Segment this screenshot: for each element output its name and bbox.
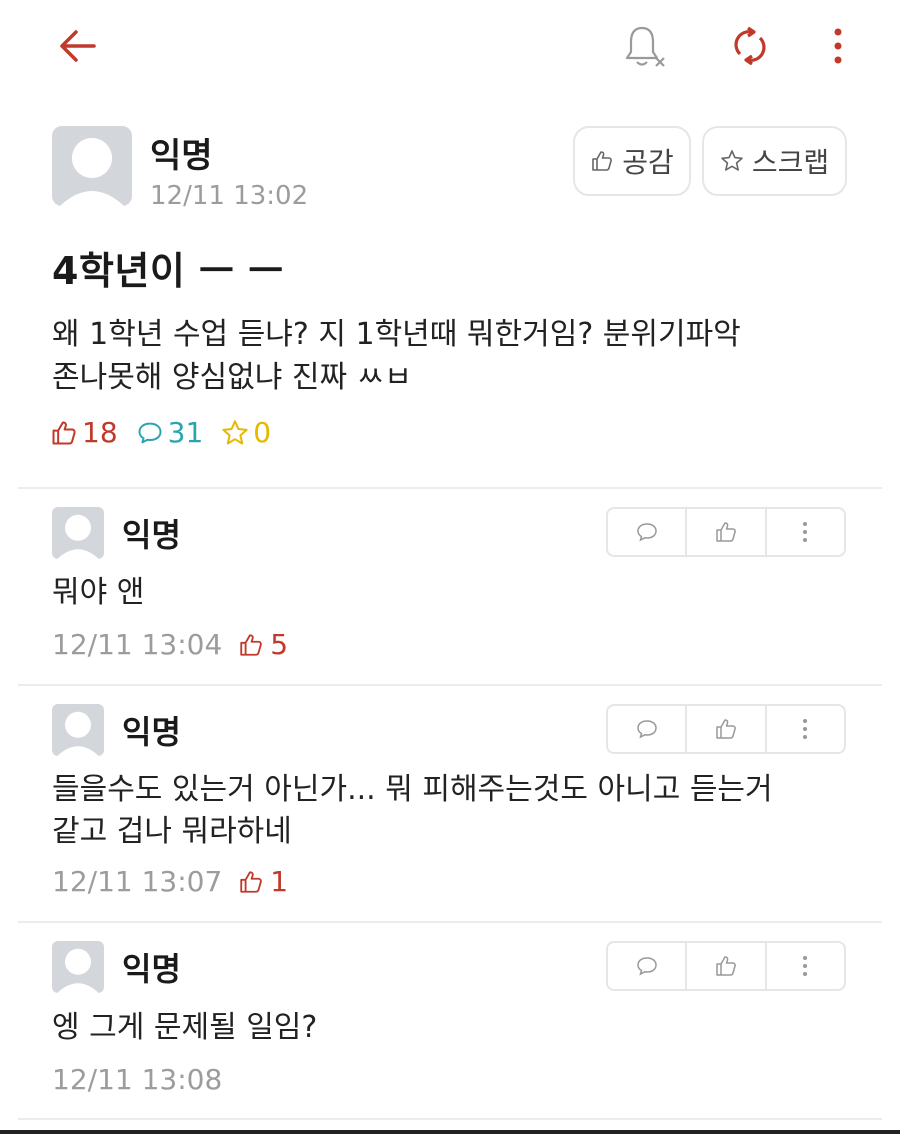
- scrap-button-label: 스크랩: [751, 146, 830, 179]
- comment-text: 뭐야 앤: [52, 575, 145, 610]
- comment-like-button[interactable]: [685, 509, 764, 555]
- reply-button[interactable]: [608, 509, 685, 555]
- comment-more-button[interactable]: [764, 706, 844, 752]
- more-vertical-icon: [803, 522, 808, 542]
- post-body-line-2: 존나못해 양심없냐 진짜 ㅆㅂ: [52, 360, 412, 395]
- thumbs-up-icon: [240, 633, 263, 656]
- bell-off-icon[interactable]: [622, 22, 668, 70]
- comment-actions: [606, 507, 846, 557]
- comment-bubble-icon: [636, 720, 657, 739]
- comment-like-count: 5: [238, 628, 288, 661]
- more-vertical-icon: [803, 956, 808, 976]
- comment-count: 31: [136, 416, 204, 449]
- more-vertical-icon[interactable]: [826, 24, 850, 68]
- comment-actions: [606, 941, 846, 991]
- comment-author: 익명: [122, 516, 181, 554]
- thumbs-up-icon: [716, 956, 736, 976]
- avatar: [52, 704, 104, 756]
- comment-bubble-icon: [636, 957, 657, 976]
- scrap-count-value: 0: [253, 416, 272, 449]
- comment-text-line-2: 같고 겁나 뭐라하네: [52, 814, 292, 849]
- top-bar: [0, 0, 900, 92]
- thumbs-up-icon: [716, 719, 736, 739]
- comment-text: 엥 그게 문제될 일임?: [52, 1010, 318, 1045]
- like-count-value: 18: [82, 416, 118, 449]
- scrap-count: 0: [221, 416, 271, 449]
- comment-more-button[interactable]: [764, 509, 844, 555]
- post-author: 익명: [150, 136, 213, 176]
- back-arrow-icon[interactable]: [58, 28, 98, 64]
- avatar: [52, 507, 104, 559]
- post-stats: 18 31 0: [50, 416, 271, 449]
- divider: [18, 684, 882, 686]
- post-body-line-1: 왜 1학년 수업 듣냐? 지 1학년때 뭐한거임? 분위기파악: [52, 317, 741, 352]
- comment-actions: [606, 704, 846, 754]
- comment-like-button[interactable]: [685, 943, 764, 989]
- like-count: 18: [50, 416, 118, 449]
- avatar: [52, 941, 104, 993]
- comment-more-button[interactable]: [764, 943, 844, 989]
- comment-like-value: 5: [270, 628, 289, 661]
- divider: [18, 1118, 882, 1120]
- comment-bubble-icon: [636, 523, 657, 542]
- avatar: [52, 126, 132, 206]
- more-vertical-icon: [803, 719, 808, 739]
- comment-time: 12/11 13:07: [52, 865, 223, 898]
- comment-text-line-1: 들을수도 있는거 아닌가... 뭐 피해주는것도 아니고 듣는거: [52, 772, 773, 807]
- refresh-icon[interactable]: [728, 24, 772, 68]
- divider: [18, 487, 882, 489]
- thumbs-up-icon: [240, 870, 263, 893]
- star-icon: [721, 150, 743, 171]
- thumbs-up-icon: [716, 522, 736, 542]
- comment-like-button[interactable]: [685, 706, 764, 752]
- thumbs-up-icon: [52, 421, 76, 444]
- scrap-button[interactable]: 스크랩: [702, 126, 847, 196]
- thumbs-up-icon: [592, 151, 613, 171]
- comment-meta: 12/11 13:08: [52, 1063, 222, 1096]
- post-title: 4학년이 ㅡ ㅡ: [52, 249, 284, 293]
- post-time: 12/11 13:02: [150, 181, 309, 211]
- star-icon: [222, 419, 248, 444]
- comment-time: 12/11 13:04: [52, 628, 223, 661]
- reply-button[interactable]: [608, 706, 685, 752]
- comment-count-value: 31: [167, 416, 204, 449]
- comment-time: 12/11 13:08: [52, 1063, 223, 1096]
- comment-meta: 12/11 13:04 5: [52, 628, 288, 661]
- comment-like-count: 1: [238, 865, 288, 898]
- bottom-border: [0, 1130, 900, 1134]
- comment-meta: 12/11 13:07 1: [52, 865, 288, 898]
- comment-author: 익명: [122, 713, 181, 751]
- like-button[interactable]: 공감: [573, 126, 691, 196]
- reply-button[interactable]: [608, 943, 685, 989]
- divider: [18, 921, 882, 923]
- comment-like-value: 1: [270, 865, 289, 898]
- comment-author: 익명: [122, 950, 181, 988]
- like-button-label: 공감: [622, 146, 674, 179]
- comment-bubble-icon: [138, 422, 162, 443]
